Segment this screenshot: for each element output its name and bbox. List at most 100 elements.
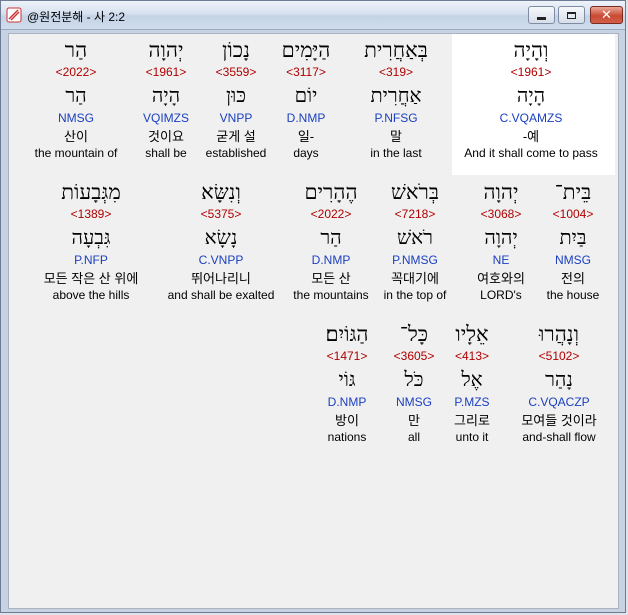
korean-gloss: 모여들 것이라 — [521, 413, 597, 428]
strong-number: <3605> — [393, 349, 435, 363]
korean-gloss: 전의 — [561, 271, 585, 286]
english-gloss: And it shall come to pass — [464, 146, 598, 160]
strong-number: <3117> — [286, 65, 326, 79]
strong-number: <5375> — [200, 207, 242, 221]
word-column[interactable]: הַגּוֹיִם׃ <1471> גּוֹי D.NMP 방이 nations — [326, 320, 369, 445]
korean-gloss: 방이 — [335, 413, 359, 428]
strong-number: <7218> — [394, 207, 436, 221]
word-column[interactable]: יְהוָה <3068> יְהוָה NE 여호와의 LORD's — [477, 178, 525, 303]
maximize-button[interactable] — [558, 6, 585, 24]
strong-number: <3068> — [480, 207, 522, 221]
window-title: @원전분해 - 사 2:2 — [27, 10, 126, 24]
word-column[interactable]: הַיָּמִים <3117> יוֹם D.NMP 일-days — [282, 36, 331, 161]
word-column[interactable]: אֵלָיו <413> אֶל P.MZS 그리로 unto it — [454, 320, 490, 445]
korean-gloss: 만 — [408, 413, 420, 428]
minimize-button[interactable] — [528, 6, 555, 24]
lemma: נָשָׂא — [204, 225, 238, 249]
lemma: נָהַר — [545, 367, 573, 391]
korean-gloss: 것이요 — [148, 129, 184, 144]
parsing-code: C.VNPP — [198, 253, 244, 267]
strong-number: <2022> — [310, 207, 352, 221]
lemma: כֹּל — [404, 367, 424, 391]
english-gloss: unto it — [455, 430, 489, 444]
english-gloss: and shall be exalted — [167, 288, 275, 302]
english-gloss: and-shall flow — [522, 430, 596, 444]
korean-gloss: 뛰어나리니 — [191, 271, 251, 286]
korean-gloss: 일- — [297, 129, 315, 144]
close-icon: ✕ — [601, 7, 612, 23]
english-gloss: established — [205, 146, 267, 160]
hebrew-word: כָּל־ — [399, 322, 429, 346]
english-gloss: above the hills — [52, 288, 130, 302]
hebrew-word: אֵלָיו — [455, 322, 489, 346]
parsing-code: NMSG — [396, 395, 432, 409]
verse-analysis-panel: הַר <2022> הַר NMSG 산이 the mountain of יְהוָה <… — [8, 33, 619, 609]
strong-number: <1389> — [70, 207, 112, 221]
parsing-code: P.MZS — [454, 395, 490, 409]
parsing-code: P.NFP — [74, 253, 108, 267]
hebrew-word: הֶהָרִים — [304, 180, 358, 204]
word-column[interactable]: כָּל־ <3605> כֹּל NMSG 만 all — [394, 320, 435, 445]
lemma: הַר — [320, 225, 342, 249]
word-column[interactable]: וְנָהֲרוּ <5102> נָהַר C.VQACZP 모여들 것이라 and-s… — [521, 320, 596, 445]
english-gloss: LORD's — [480, 288, 522, 302]
parsing-code: VNPP — [219, 111, 253, 125]
hebrew-word: בְּרֹאשׁ — [391, 180, 439, 204]
word-column[interactable]: בְּאַחֲרִית <319> אַחֲרִית P.NFSG 말 in the la… — [364, 36, 428, 161]
strong-number: <3559> — [215, 65, 257, 79]
parsing-code: VQIMZS — [142, 111, 190, 125]
english-gloss: all — [407, 430, 420, 444]
hebrew-word: יְהוָה — [148, 38, 184, 62]
english-gloss: nations — [327, 430, 367, 444]
close-button[interactable]: ✕ — [590, 6, 623, 24]
maximize-icon — [567, 11, 576, 19]
lemma: אַחֲרִית — [370, 83, 422, 107]
parsing-code: NMSG — [57, 111, 94, 125]
word-column[interactable]: בְּרֹאשׁ <7218> רֹאשׁ P.NMSG 꼭대기에 in the top … — [384, 178, 447, 303]
hebrew-word: מִגְּבָעוֹת — [61, 180, 121, 204]
word-column[interactable]: הַר <2022> הַר NMSG 산이 the mountain of — [35, 36, 118, 161]
parsing-code: NE — [492, 253, 510, 267]
strong-number: <1004> — [552, 207, 594, 221]
word-column[interactable]: יְהוָה <1961> הָיָה VQIMZS 것이요 shall be — [143, 36, 189, 161]
lemma: הַר — [65, 83, 87, 107]
parsing-code: D.NMP — [327, 395, 367, 409]
hebrew-word: בֵּית־ — [554, 180, 592, 204]
lemma: גּוֹי — [338, 367, 356, 391]
parsing-code: P.NFSG — [374, 111, 418, 125]
korean-gloss: 모든 산 — [311, 271, 351, 286]
korean-gloss: 말 — [390, 129, 402, 144]
app-window: @원전분해 - 사 2:2 ✕ הַר <2022> הַר NMSG 산이 the mo… — [0, 0, 626, 613]
hebrew-word: וְהָיָה — [513, 38, 549, 62]
hebrew-word: הַגּוֹיִם׃ — [325, 322, 369, 346]
parsing-code: NMSG — [555, 253, 591, 267]
korean-gloss: 굳게 설 — [216, 129, 256, 144]
korean-gloss: 모든 작은 산 위에 — [43, 271, 139, 286]
hebrew-word: בְּאַחֲרִית — [364, 38, 428, 62]
lemma: הָיָה — [516, 83, 546, 107]
strong-number: <2022> — [55, 65, 97, 79]
english-gloss: in the last — [370, 146, 422, 160]
lemma: רֹאשׁ — [397, 225, 433, 249]
korean-gloss: 꼭대기에 — [391, 271, 439, 286]
parsing-code: D.NMP — [311, 253, 351, 267]
english-gloss: the mountain of — [34, 146, 118, 160]
hebrew-word: וְנִשָּׂא — [201, 180, 241, 204]
strong-number: <413> — [454, 349, 490, 363]
word-column[interactable]: הֶהָרִים <2022> הַר D.NMP 모든 산 the mountains — [293, 178, 368, 303]
title-bar[interactable]: @원전분해 - 사 2:2 ✕ — [1, 1, 625, 30]
korean-gloss: 여호와의 — [477, 271, 525, 286]
word-column[interactable]: בֵּית־ <1004> בַּיִת NMSG 전의 the house — [547, 178, 600, 303]
word-column[interactable]: וְהָיָה <1961> הָיָה C.VQAMZS -예 And it shall… — [464, 36, 597, 161]
word-column[interactable]: וְנִשָּׂא <5375> נָשָׂא C.VNPP 뛰어나리니 and shal… — [168, 178, 275, 303]
parsing-code: C.VQACZP — [528, 395, 590, 409]
word-column[interactable]: נָכוֹן <3559> כּוּן VNPP 굳게 설 established — [206, 36, 267, 161]
lemma: אֶל — [461, 367, 483, 391]
hebrew-word: הַר — [64, 38, 88, 62]
app-icon — [6, 7, 22, 23]
word-column[interactable]: מִגְּבָעוֹת <1389> גִּבְעָה P.NFP 모든 작은 산 위에… — [44, 178, 139, 303]
lemma: יוֹם — [294, 83, 318, 107]
korean-gloss: 산이 — [64, 129, 88, 144]
english-gloss: shall be — [145, 146, 187, 160]
hebrew-word: וְנָהֲרוּ — [539, 322, 579, 346]
